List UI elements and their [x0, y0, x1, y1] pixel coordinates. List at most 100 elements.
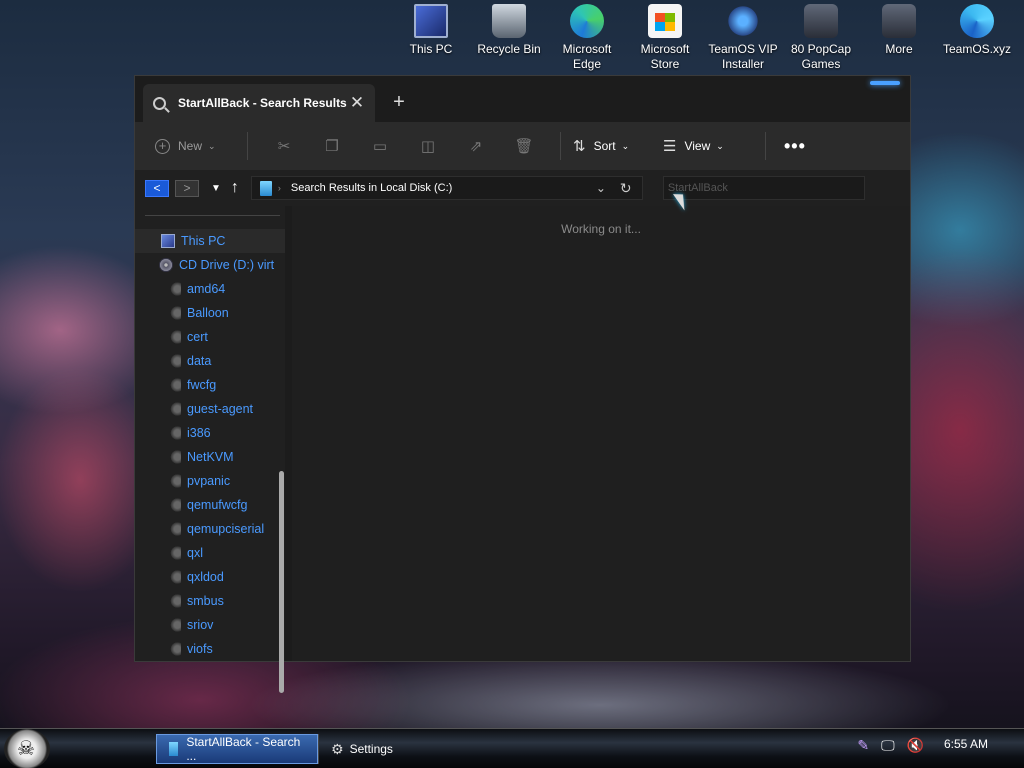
network-icon[interactable]: 🖵: [881, 737, 895, 754]
share-button[interactable]: ⇗: [452, 137, 500, 155]
file-explorer-window: StartAllBack - Search Results i ✕ + + Ne…: [134, 75, 911, 693]
desktop-icon-label: Microsoft Edge: [562, 42, 612, 71]
toolbar-divider: [560, 132, 561, 160]
recent-locations-button[interactable]: ▼: [211, 183, 221, 194]
nav-item-folder[interactable]: sriov: [135, 613, 290, 637]
nav-item-folder[interactable]: qxl: [135, 541, 290, 565]
installer-icon: [726, 4, 760, 38]
desktop-icon-store[interactable]: Microsoft Store: [626, 4, 704, 72]
feather-icon[interactable]: ✎: [857, 737, 869, 754]
nav-item-this-pc[interactable]: This PC: [135, 229, 290, 253]
nav-item-folder[interactable]: amd64: [135, 277, 290, 301]
up-button[interactable]: ↑: [231, 179, 239, 197]
desktop-icon-label: TeamOS VIP Installer: [708, 42, 778, 71]
nav-divider: [145, 215, 280, 216]
nav-item-folder[interactable]: viofs: [135, 637, 290, 661]
nav-item-label: fwcfg: [187, 378, 217, 392]
clock[interactable]: 6:55 AM: [944, 737, 988, 751]
desktop-icon-label: More: [885, 42, 913, 56]
nav-item-folder[interactable]: Balloon: [135, 301, 290, 325]
clipboard-icon: ▭: [372, 138, 388, 155]
edge-icon: [570, 4, 604, 38]
folder-icon: [169, 426, 181, 440]
command-bar: + New ⌄ ✂ ❐ ▭ ◫ ⇗ 🗑 ⇅ Sort ⌄ ☰ View ⌄ ••…: [135, 122, 910, 170]
tab-search-results[interactable]: StartAllBack - Search Results i ✕: [143, 84, 375, 122]
nav-item-label: NetKVM: [187, 450, 234, 464]
toolbar-divider: [247, 132, 248, 160]
folder-icon: [169, 402, 181, 416]
nav-scrollbar-thumb[interactable]: [279, 471, 284, 693]
folder-icon: [169, 594, 181, 608]
taskbar-item-settings[interactable]: ⚙ Settings: [318, 734, 476, 764]
nav-item-label: data: [187, 354, 212, 368]
nav-item-folder[interactable]: cert: [135, 325, 290, 349]
back-button[interactable]: <: [145, 179, 169, 197]
nav-item-folder[interactable]: qemufwcfg: [135, 493, 290, 517]
folder-icon: [169, 378, 181, 392]
nav-item-label: qemupciserial: [187, 522, 265, 536]
nav-item-folder[interactable]: NetKVM: [135, 445, 290, 469]
chevron-down-icon: ⌄: [716, 140, 724, 151]
disc-icon: [159, 258, 173, 272]
nav-item-label: cert: [187, 330, 208, 344]
delete-button[interactable]: 🗑: [500, 137, 548, 155]
gear-icon: ⚙: [331, 740, 344, 757]
new-tab-button[interactable]: +: [389, 91, 409, 114]
nav-item-folder[interactable]: qemupciserial: [135, 517, 290, 541]
desktop-icon-label: TeamOS.xyz: [942, 42, 1011, 56]
nav-item-folder[interactable]: smbus: [135, 589, 290, 613]
desktop-icon-edge[interactable]: Microsoft Edge: [548, 4, 626, 72]
start-button[interactable]: [4, 729, 50, 768]
toolbar-divider: [765, 132, 766, 160]
address-bar: < > ▼ ↑ › Search Results in Local Disk (…: [135, 170, 910, 206]
forward-button[interactable]: >: [175, 179, 199, 197]
nav-item-folder[interactable]: data: [135, 349, 290, 373]
desktop-icon-recycle-bin[interactable]: Recycle Bin: [470, 4, 548, 72]
cut-button[interactable]: ✂: [260, 137, 308, 155]
window-accent-glow: [870, 81, 900, 85]
view-button[interactable]: ☰ View ⌄: [663, 137, 753, 155]
nav-item-label: amd64: [187, 282, 226, 296]
nav-scroll-track[interactable]: [285, 206, 292, 661]
desktop-icon-teamos-installer[interactable]: TeamOS VIP Installer: [704, 4, 782, 72]
search-input[interactable]: StartAllBack: [662, 176, 865, 200]
desktop-icon-this-pc[interactable]: This PC: [392, 4, 470, 72]
arrow-left-icon: <: [153, 181, 161, 195]
chevron-right-icon: ›: [277, 183, 281, 193]
folder-icon: [169, 618, 181, 632]
sort-button[interactable]: ⇅ Sort ⌄: [573, 137, 663, 155]
chevron-down-icon[interactable]: ⌄: [596, 181, 606, 195]
nav-item-label: pvpanic: [187, 474, 231, 488]
nav-item-label: qemufwcfg: [187, 498, 248, 512]
nav-item-label: This PC: [181, 234, 226, 248]
nav-item-cd-drive[interactable]: CD Drive (D:) virt: [135, 253, 290, 277]
more-options-button[interactable]: •••: [784, 136, 806, 157]
nav-item-folder[interactable]: i386: [135, 421, 290, 445]
path-field[interactable]: › Search Results in Local Disk (C:) ⌄ ↻: [250, 176, 643, 200]
nav-item-folder[interactable]: qxldod: [135, 565, 290, 589]
paste-button[interactable]: ▭: [356, 137, 404, 155]
nav-item-folder[interactable]: fwcfg: [135, 373, 290, 397]
taskbar-item-label: StartAllBack - Search ...: [186, 735, 301, 763]
nav-item-label: guest-agent: [187, 402, 254, 416]
copy-button[interactable]: ❐: [308, 137, 356, 155]
close-tab-button[interactable]: ✕: [349, 93, 365, 113]
new-button[interactable]: + New ⌄: [155, 138, 235, 154]
nav-item-label: qxl: [187, 546, 203, 560]
desktop-icon-popcap-games[interactable]: 80 PopCap Games: [782, 4, 860, 72]
nav-item-folder[interactable]: pvpanic: [135, 469, 290, 493]
desktop-icon-more[interactable]: More: [860, 4, 938, 72]
nav-item-label: smbus: [187, 594, 224, 608]
desktop-icon-teamos-xyz[interactable]: TeamOS.xyz: [938, 4, 1016, 72]
volume-muted-icon[interactable]: 🔇: [907, 737, 924, 754]
nav-item-folder[interactable]: guest-agent: [135, 397, 290, 421]
desktop-icon-label: Recycle Bin: [477, 42, 541, 56]
nav-item-label: Balloon: [187, 306, 229, 320]
taskbar-item-label: Settings: [349, 742, 393, 756]
desktop-icons: This PC Recycle Bin Microsoft Edge Micro…: [392, 4, 1016, 72]
rename-button[interactable]: ◫: [404, 137, 452, 155]
scissors-icon: ✂: [277, 138, 291, 155]
refresh-icon[interactable]: ↻: [620, 180, 634, 197]
folder-icon: [169, 522, 181, 536]
taskbar-item-explorer[interactable]: StartAllBack - Search ...: [156, 734, 318, 764]
